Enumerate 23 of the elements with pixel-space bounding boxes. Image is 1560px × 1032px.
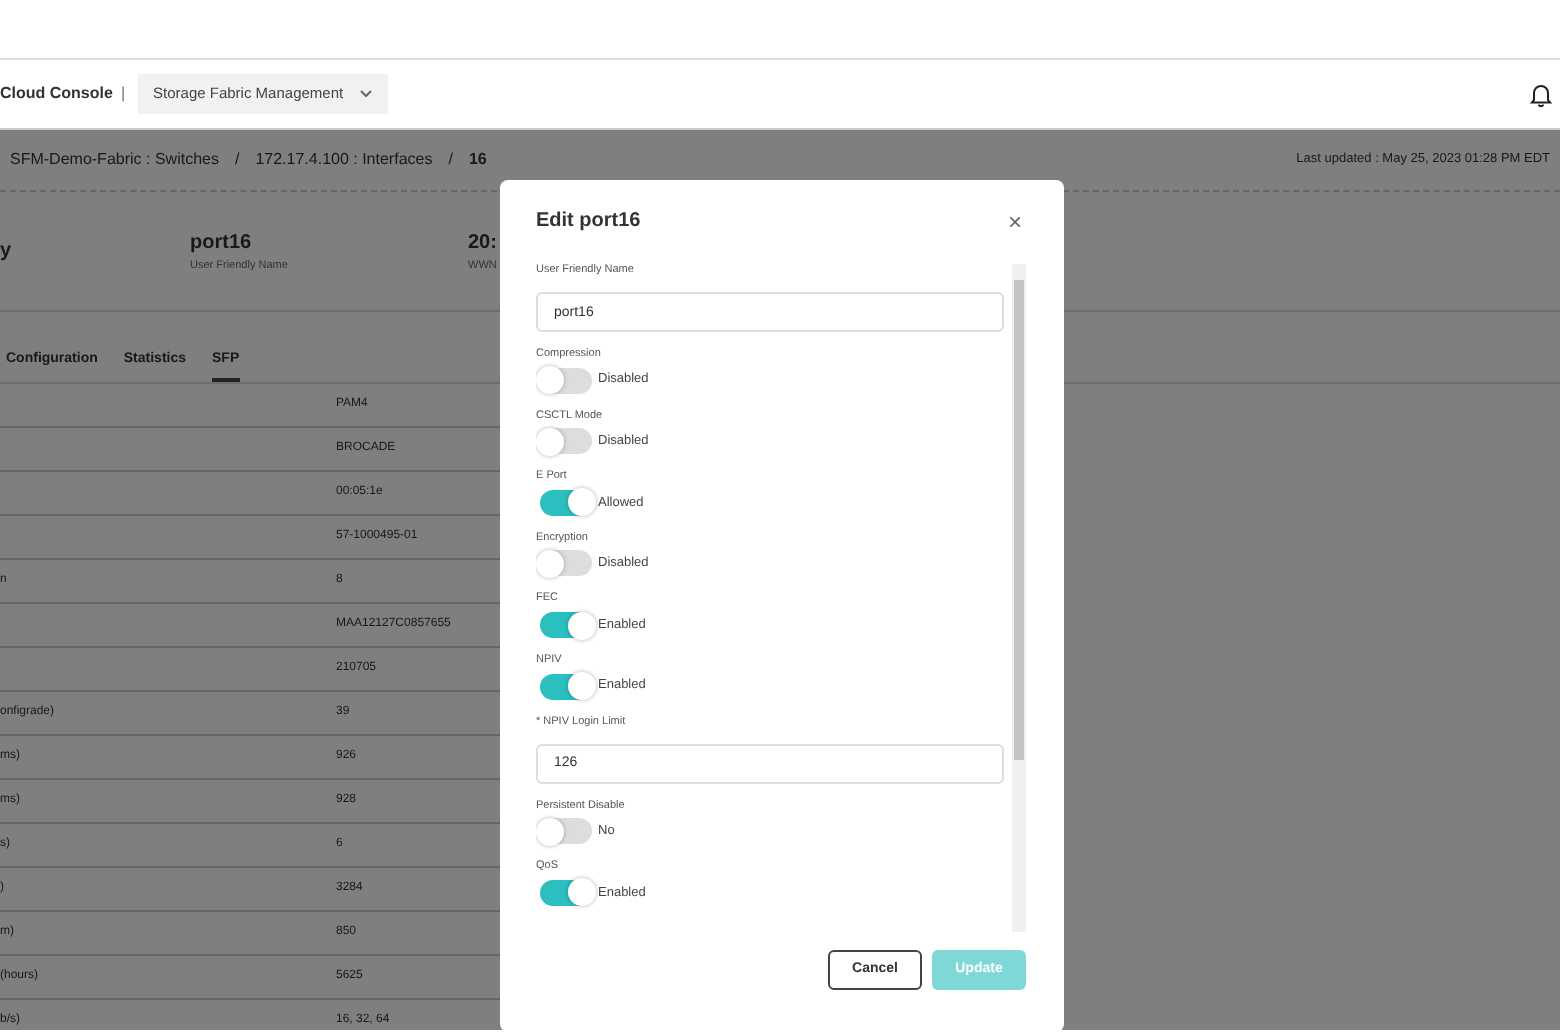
modal-title: Edit port16 [536,210,641,234]
close-button[interactable]: × [1003,210,1026,234]
toggle-switch[interactable] [540,818,592,845]
breadcrumb-link[interactable]: SFM-Demo-Fabric : Switches [10,148,219,172]
toggle-switch[interactable] [540,489,592,516]
toggle-switch[interactable] [540,367,592,394]
caret-icon [359,90,372,98]
toggle-switch[interactable] [540,673,592,700]
toggle-switch[interactable] [540,879,592,906]
summary-value: 20: [468,229,497,258]
toggle-switch[interactable] [540,612,592,639]
brand-name: Cloud Console [0,82,113,106]
toggle-switch[interactable] [540,550,592,577]
toggle-switch[interactable] [540,428,592,455]
summary-value: port16 [190,229,252,258]
separator: | [120,82,126,106]
scrollbar[interactable] [1012,264,1026,932]
notifications-bell-icon[interactable] [1530,81,1552,107]
breadcrumb-link[interactable]: / [234,148,240,172]
breadcrumb-current: 16 [468,148,487,172]
breadcrumb-link[interactable]: / [448,148,453,172]
breadcrumb-link[interactable]: 172.17.4.100 : Interfaces [255,148,433,172]
summary-value: y [0,238,12,266]
